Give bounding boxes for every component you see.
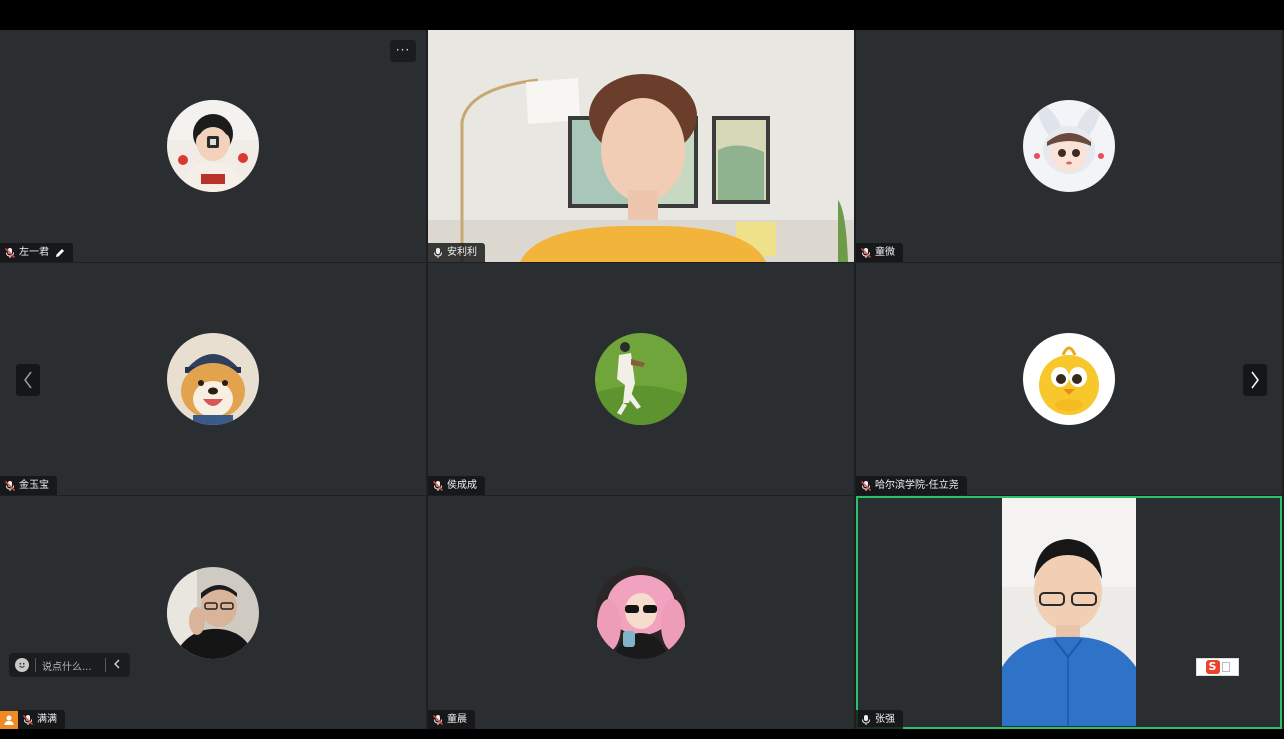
participant-avatar xyxy=(167,566,259,659)
more-options-button[interactable]: ··· xyxy=(390,40,416,62)
chat-bar[interactable]: 说点什么... xyxy=(9,653,130,677)
chevron-right-icon xyxy=(1251,371,1259,389)
participant-name: 金玉宝 xyxy=(19,480,49,491)
participant-name: 左一君 xyxy=(19,247,49,258)
participant-name-tag: 童晨 xyxy=(428,710,475,729)
person-icon xyxy=(4,715,14,725)
participant-name: 安利利 xyxy=(447,247,477,258)
participant-tile-9[interactable]: S 张强 xyxy=(856,496,1282,729)
mic-muted-icon[interactable] xyxy=(860,247,872,259)
mic-muted-icon[interactable] xyxy=(432,480,444,492)
next-page-button[interactable] xyxy=(1243,364,1267,396)
ime-box-icon xyxy=(1221,662,1230,672)
video-grid: ··· 左一君 安利利 童微 金玉宝 侯成成 哈尔滨学院-任立尧 满满 童晨 S… xyxy=(0,30,1284,729)
mic-muted-icon[interactable] xyxy=(4,480,16,492)
participant-avatar xyxy=(595,333,687,425)
chevron-left-icon xyxy=(114,659,120,668)
participant-avatar xyxy=(1023,100,1115,192)
mic-icon[interactable] xyxy=(432,247,444,259)
participant-tile-6[interactable]: 哈尔滨学院-任立尧 xyxy=(856,263,1282,495)
chat-divider xyxy=(35,658,36,672)
participant-tile-2[interactable]: 安利利 xyxy=(428,30,854,262)
participant-tile-3[interactable]: 童微 xyxy=(856,30,1282,262)
participant-avatar xyxy=(1023,333,1115,425)
mic-muted-icon[interactable] xyxy=(4,247,16,259)
participant-name: 童微 xyxy=(875,247,895,258)
ime-toolbar-icon[interactable]: S xyxy=(1196,658,1239,676)
ime-s-icon: S xyxy=(1205,660,1220,674)
participant-name-tag: 金玉宝 xyxy=(0,476,57,495)
emoji-icon[interactable] xyxy=(15,658,29,672)
bottom-bar xyxy=(0,729,1284,739)
participant-name-tag: 侯成成 xyxy=(428,476,485,495)
participant-name-tag: 左一君 xyxy=(0,243,73,262)
participant-tile-7[interactable]: 满满 xyxy=(0,496,426,729)
mic-muted-icon[interactable] xyxy=(432,714,444,726)
participant-name-tag: 张强 xyxy=(856,710,903,729)
mic-icon[interactable] xyxy=(860,714,872,726)
mic-muted-icon[interactable] xyxy=(860,480,872,492)
chat-collapse-button[interactable] xyxy=(110,659,124,672)
participant-name: 童晨 xyxy=(447,714,467,725)
chat-input[interactable]: 说点什么... xyxy=(42,658,105,673)
chat-divider xyxy=(105,658,106,672)
participant-tile-1[interactable]: ··· 左一君 xyxy=(0,30,426,262)
participant-video xyxy=(1002,497,1136,726)
chevron-left-icon xyxy=(24,371,32,389)
participant-tile-4[interactable]: 金玉宝 xyxy=(0,263,426,495)
participant-avatar xyxy=(595,566,687,659)
participant-name: 侯成成 xyxy=(447,480,477,491)
pencil-icon xyxy=(55,248,65,258)
participant-avatar xyxy=(167,100,259,192)
participant-tile-8[interactable]: 童晨 xyxy=(428,496,854,729)
participant-name-tag: 哈尔滨学院-任立尧 xyxy=(856,476,967,495)
previous-page-button[interactable] xyxy=(16,364,40,396)
top-bar xyxy=(0,0,1284,30)
participant-avatar xyxy=(167,333,259,425)
participant-name: 满满 xyxy=(37,714,57,725)
participant-video xyxy=(428,30,854,262)
participant-name-tag: 安利利 xyxy=(428,243,485,262)
host-badge xyxy=(0,711,18,729)
mic-muted-icon[interactable] xyxy=(22,714,34,726)
participant-name: 张强 xyxy=(875,714,895,725)
participant-name: 哈尔滨学院-任立尧 xyxy=(875,480,959,491)
participant-tile-5[interactable]: 侯成成 xyxy=(428,263,854,495)
participant-name-tag: 童微 xyxy=(856,243,903,262)
participant-name-tag: 满满 xyxy=(18,710,65,729)
